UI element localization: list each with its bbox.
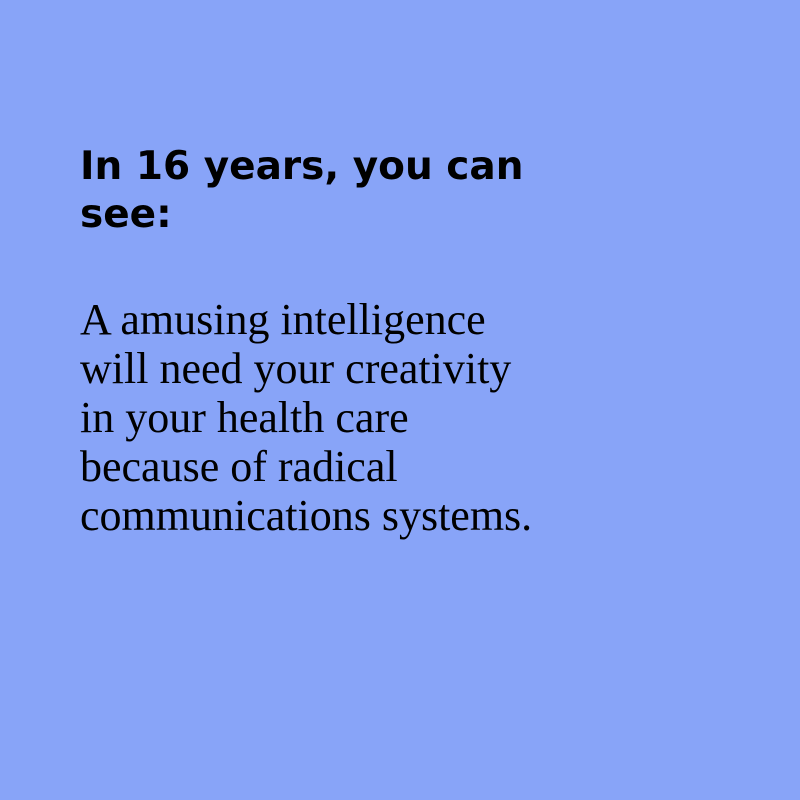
body-line: will need your creativity: [80, 344, 512, 393]
body-line: communications systems.: [80, 491, 533, 540]
body-line: A amusing intelligence: [80, 295, 486, 344]
body-line: in your health care: [80, 393, 409, 442]
card: In 16 years, you can see: A amusing inte…: [0, 0, 800, 800]
headline-line: see:: [80, 192, 172, 237]
headline-line: In 16 years, you can: [80, 144, 524, 189]
headline: In 16 years, you can see:: [80, 143, 700, 239]
body-line: because of radical: [80, 442, 398, 491]
body-text: A amusing intelligence will need your cr…: [80, 295, 760, 540]
